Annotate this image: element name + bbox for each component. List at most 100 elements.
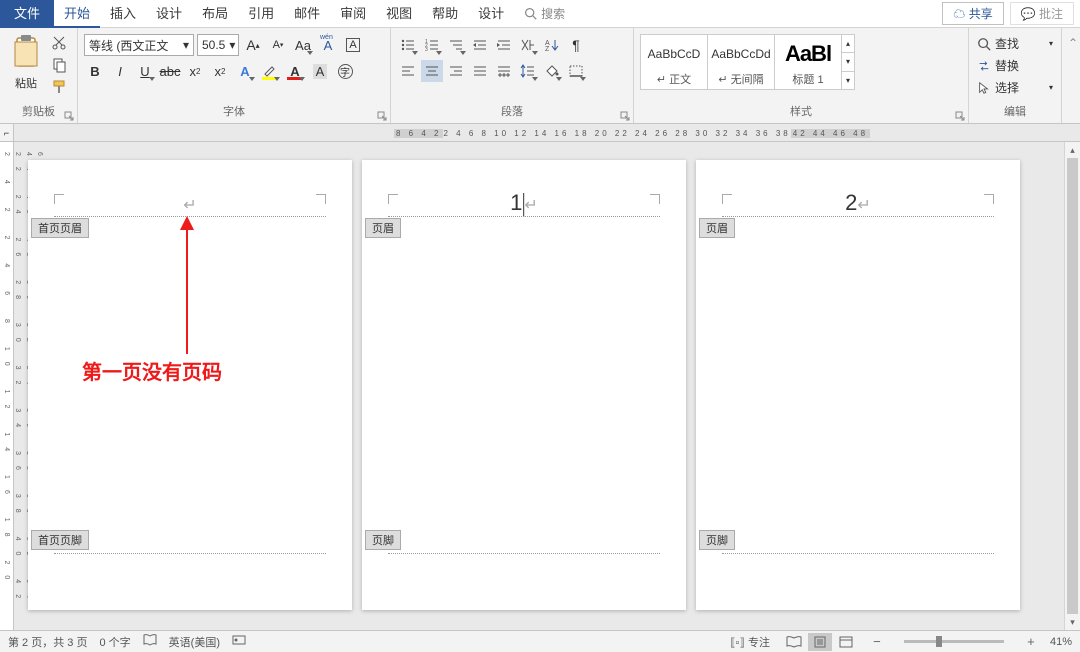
ribbon-collapse[interactable]: ⌃: [1062, 28, 1080, 123]
asian-layout-button[interactable]: [517, 34, 539, 56]
italic-button[interactable]: I: [109, 60, 131, 82]
indent-icon: [496, 38, 512, 52]
enclose-char-button[interactable]: 字: [334, 60, 356, 82]
replace-button[interactable]: 替换: [975, 56, 1055, 75]
search-placeholder: 搜索: [541, 5, 565, 22]
clipboard-dialog-launcher[interactable]: [64, 110, 74, 120]
zoom-slider[interactable]: [904, 640, 1004, 643]
line-spacing-button[interactable]: [517, 60, 539, 82]
strikethrough-button[interactable]: abc: [159, 60, 181, 82]
bullets-button[interactable]: [397, 34, 419, 56]
find-button[interactable]: 查找▾: [975, 34, 1055, 53]
font-dialog-launcher[interactable]: [377, 110, 387, 120]
scroll-down-button[interactable]: ▾: [1065, 614, 1080, 630]
styles-dialog-launcher[interactable]: [955, 110, 965, 120]
zoom-percent[interactable]: 41%: [1050, 636, 1072, 648]
footer-boundary: [54, 553, 326, 554]
menu-contextual-design[interactable]: 设计: [468, 0, 514, 28]
char-shading-button[interactable]: A: [309, 60, 331, 82]
superscript-button[interactable]: x2: [209, 60, 231, 82]
vertical-scrollbar[interactable]: ▴ ▾: [1064, 142, 1080, 630]
select-button[interactable]: 选择▾: [975, 78, 1055, 97]
font-label: 字体: [84, 101, 384, 121]
font-name-combo[interactable]: 等线 (西文正文▾: [84, 34, 194, 56]
increase-indent-button[interactable]: [493, 34, 515, 56]
align-left-button[interactable]: [397, 60, 419, 82]
numbering-button[interactable]: 123: [421, 34, 443, 56]
format-painter-button[interactable]: [50, 78, 68, 96]
align-right-button[interactable]: [445, 60, 467, 82]
menu-insert[interactable]: 插入: [100, 0, 146, 28]
text-effects-button[interactable]: A: [234, 60, 256, 82]
decrease-indent-button[interactable]: [469, 34, 491, 56]
style-heading-1[interactable]: AaBl 标题 1: [774, 34, 842, 90]
show-marks-button[interactable]: ¶: [565, 34, 587, 56]
menu-layout[interactable]: 布局: [192, 0, 238, 28]
shading-button[interactable]: [541, 60, 563, 82]
chevron-up-icon[interactable]: ▴: [842, 35, 854, 53]
zoom-out-button[interactable]: −: [870, 634, 884, 649]
scroll-up-button[interactable]: ▴: [1065, 142, 1080, 158]
highlight-button[interactable]: [259, 60, 281, 82]
phonetic-guide-button[interactable]: wénA: [317, 34, 339, 56]
ruler-vertical[interactable]: 2 4 2 2 4 6 8 10 12 14 16 18 20 22 24 26…: [0, 142, 14, 630]
copy-button[interactable]: [50, 56, 68, 74]
outdent-icon: [472, 38, 488, 52]
paragraph-dialog-launcher[interactable]: [620, 110, 630, 120]
ruler-horizontal[interactable]: ⌐ 8 6 4 2 2 4 6 8 10 12 14 16 18 20 22 2…: [0, 124, 1080, 142]
style-normal[interactable]: AaBbCcD ↵ 正文: [640, 34, 708, 90]
styles-expand-icon[interactable]: ▾: [842, 72, 854, 89]
sort-button[interactable]: AZ: [541, 34, 563, 56]
paste-icon: [11, 34, 41, 70]
status-focus[interactable]: ⟦▫⟧ 专注: [730, 634, 770, 650]
record-icon: [232, 634, 246, 646]
scroll-thumb[interactable]: [1067, 158, 1078, 614]
page-1-pgnum: ↵: [183, 190, 196, 216]
shrink-font-button[interactable]: A▾: [267, 34, 289, 56]
align-distribute-button[interactable]: [493, 60, 515, 82]
page-3[interactable]: 2↵ 页眉 页脚: [696, 160, 1020, 610]
paste-button[interactable]: 粘贴: [6, 30, 46, 95]
menu-file[interactable]: 文件: [0, 0, 54, 28]
style-no-spacing[interactable]: AaBbCcDd ↵ 无间隔: [707, 34, 775, 90]
bold-button[interactable]: B: [84, 60, 106, 82]
menu-mailings[interactable]: 邮件: [284, 0, 330, 28]
font-size-combo[interactable]: 50.5▾: [197, 34, 239, 56]
status-word-count[interactable]: 0 个字: [99, 634, 130, 650]
brush-icon: [51, 79, 67, 95]
status-language[interactable]: 英语(美国): [169, 634, 220, 650]
page-1[interactable]: ↵ 首页页眉 首页页脚 第一页没有页码: [28, 160, 352, 610]
cut-button[interactable]: [50, 34, 68, 52]
zoom-in-button[interactable]: +: [1024, 634, 1038, 649]
menu-references[interactable]: 引用: [238, 0, 284, 28]
menu-view[interactable]: 视图: [376, 0, 422, 28]
multilevel-list-button[interactable]: [445, 34, 467, 56]
styles-gallery-scroll[interactable]: ▴ ▾ ▾: [841, 34, 855, 90]
change-case-button[interactable]: Aa: [292, 34, 314, 56]
pages-container[interactable]: ↵ 首页页眉 首页页脚 第一页没有页码 1↵ 页眉 页脚 2↵ 页眉: [14, 142, 1064, 630]
status-macro-icon[interactable]: [232, 634, 246, 649]
zoom-slider-thumb[interactable]: [936, 636, 942, 647]
underline-button[interactable]: U: [134, 60, 156, 82]
borders-button[interactable]: [565, 60, 587, 82]
menu-help[interactable]: 帮助: [422, 0, 468, 28]
search-box[interactable]: 搜索: [514, 5, 575, 22]
annotation-arrow-line: [186, 224, 188, 354]
status-page[interactable]: 第 2 页，共 3 页: [8, 634, 87, 650]
comments-button[interactable]: 💬 批注: [1010, 2, 1074, 25]
menu-home[interactable]: 开始: [54, 0, 100, 28]
font-color-button[interactable]: A: [284, 60, 306, 82]
align-center-button[interactable]: [421, 60, 443, 82]
page-2[interactable]: 1↵ 页眉 页脚: [362, 160, 686, 610]
align-justify-button[interactable]: [469, 60, 491, 82]
grow-font-button[interactable]: A▴: [242, 34, 264, 56]
status-spell-icon[interactable]: [143, 634, 157, 649]
char-border-button[interactable]: A: [342, 34, 364, 56]
menu-design[interactable]: 设计: [146, 0, 192, 28]
justify-icon: [472, 64, 488, 78]
share-button[interactable]: ☁ 共享: [942, 2, 1003, 25]
subscript-button[interactable]: x2: [184, 60, 206, 82]
chevron-down-icon[interactable]: ▾: [842, 53, 854, 71]
page-header-tag: 页眉: [699, 218, 735, 238]
menu-review[interactable]: 审阅: [330, 0, 376, 28]
